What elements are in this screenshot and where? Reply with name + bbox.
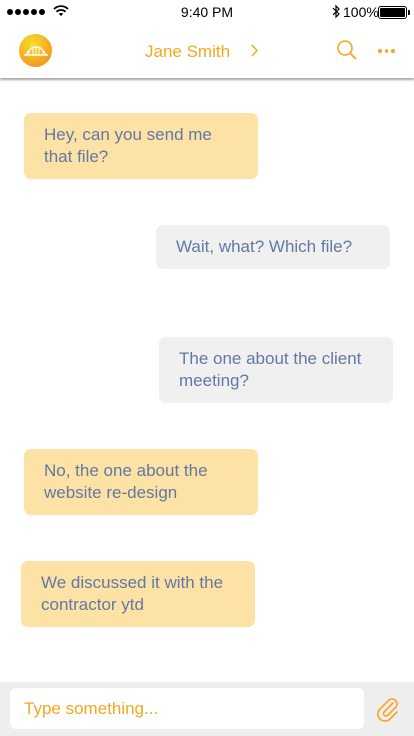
message-bubble-outgoing[interactable]: Wait, what? Which file?: [156, 225, 390, 269]
chat-header: Jane Smith: [0, 24, 414, 78]
status-bar: 9:40 PM 100%: [0, 0, 414, 24]
search-icon[interactable]: [336, 39, 358, 61]
message-input[interactable]: [10, 688, 364, 729]
paperclip-icon[interactable]: [376, 696, 400, 722]
chevron-right-icon[interactable]: [250, 42, 260, 58]
bridge-logo-icon: [23, 45, 48, 56]
message-list: Hey, can you send me that file? Wait, wh…: [0, 78, 414, 682]
message-bubble-incoming[interactable]: Hey, can you send me that file?: [24, 113, 258, 179]
message-bubble-outgoing[interactable]: The one about the client meeting?: [159, 337, 393, 403]
message-bubble-incoming[interactable]: We discussed it with the contractor ytd: [21, 561, 255, 627]
contact-avatar[interactable]: [19, 34, 52, 67]
message-composer: [0, 682, 414, 736]
more-dots-icon[interactable]: [378, 49, 395, 53]
bluetooth-icon: [332, 4, 340, 19]
battery-icon: [378, 6, 410, 19]
battery-percentage: 100%: [343, 4, 379, 20]
contact-name[interactable]: Jane Smith: [145, 42, 230, 62]
message-bubble-incoming[interactable]: No, the one about the website re-design: [24, 449, 258, 515]
